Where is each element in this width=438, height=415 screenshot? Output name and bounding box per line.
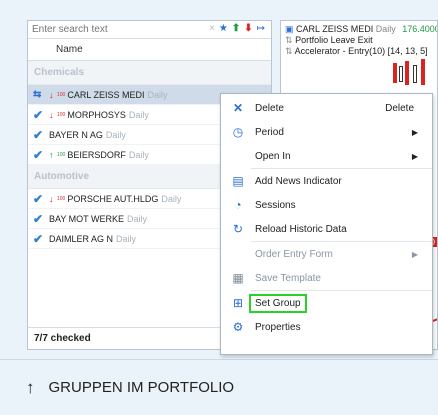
symbol-name: CARL ZEISS MEDI — [67, 89, 145, 100]
submenu-arrow-icon: ▶ — [411, 151, 418, 161]
menu-item-label: Sessions — [255, 199, 296, 211]
chart-period: Daily — [375, 24, 396, 34]
trend-down-icon: ↓ — [49, 109, 54, 120]
column-header-name[interactable]: Name — [28, 39, 271, 61]
menu-item-label: Set Group — [249, 293, 307, 313]
tiny-label: 100 — [57, 195, 66, 202]
study-label: Portfolio Leave Exit — [295, 35, 373, 45]
candle — [393, 63, 397, 83]
search-input[interactable] — [32, 24, 172, 35]
trend-down-icon: ↓ — [49, 89, 54, 100]
tiny-label: 100 — [57, 111, 66, 118]
symbol-name: PORSCHE AUT.HLDG — [67, 193, 159, 204]
menu-item-sessions[interactable]: ◔ Sessions — [221, 193, 432, 217]
study-label: Accelerator - Entry(10) [14, 13, 5] — [294, 46, 428, 56]
candle — [421, 59, 425, 85]
clear-icon[interactable]: × — [209, 23, 215, 34]
group-header[interactable]: Chemicals — [28, 61, 271, 85]
search-toolbar: × ★ ⬆ ⬇ ↦ — [209, 23, 265, 34]
candle — [405, 61, 409, 85]
menu-item-label: Properties — [255, 321, 301, 333]
checkmark-icon[interactable]: ✔ — [33, 148, 49, 162]
study-icon: ⇅ — [285, 35, 293, 45]
study-icon: ⇅ — [285, 46, 293, 56]
candle — [399, 66, 403, 82]
period-label: Daily — [116, 233, 137, 244]
context-menu: ✕ Delete Delete ◷ Period ▶ Open In ▶ ▤ A… — [220, 93, 433, 355]
tiny-label: 100 — [57, 91, 66, 98]
clock-icon: ◷ — [232, 125, 244, 139]
period-label: Daily — [128, 109, 149, 120]
menu-item-label: Save Template — [255, 272, 321, 284]
chart-price: 176.4000 — [402, 24, 438, 34]
sort-up-icon[interactable]: ⬆ — [232, 23, 240, 34]
sessions-icon: ◔ — [234, 198, 242, 212]
menu-item-label: Reload Historic Data — [255, 223, 347, 235]
symbol-name: MORPHOSYS — [67, 109, 126, 120]
menu-item-add-news-indicator[interactable]: ▤ Add News Indicator — [221, 169, 432, 193]
submenu-arrow-icon: ▶ — [411, 249, 418, 259]
period-label: Daily — [147, 89, 168, 100]
search-bar: × ★ ⬆ ⬇ ↦ — [28, 21, 271, 39]
period-label: Daily — [105, 129, 126, 140]
menu-shortcut: Delete — [385, 102, 414, 114]
checkmark-icon[interactable]: ✔ — [33, 232, 49, 246]
menu-item-order-entry-form[interactable]: Order Entry Form ▶ — [221, 242, 432, 266]
drag-arrows-icon[interactable]: ⇆ — [33, 89, 49, 100]
menu-item-label: Open In — [255, 150, 291, 162]
symbol-name: BAY MOT WERKE — [49, 213, 125, 224]
tiny-label: 100 — [57, 151, 66, 158]
sort-down-icon[interactable]: ⬇ — [244, 23, 252, 34]
trend-down-icon: ↓ — [49, 193, 54, 204]
chart-study-line: ⇅ Accelerator - Entry(10) [14, 13, 5] — [281, 46, 437, 57]
delete-icon: ✕ — [232, 101, 244, 115]
app-frame: × ★ ⬆ ⬇ ↦ Name Chemicals ⇆ ↓ 100 CARL ZE… — [0, 0, 438, 360]
menu-item-delete[interactable]: ✕ Delete Delete — [221, 96, 432, 120]
menu-item-set-group[interactable]: ⊞ Set Group — [221, 291, 432, 315]
properties-icon: ⚙ — [232, 320, 244, 334]
reload-icon: ↻ — [232, 222, 244, 236]
checkmark-icon[interactable]: ✔ — [33, 192, 49, 206]
menu-item-period[interactable]: ◷ Period ▶ — [221, 120, 432, 144]
checkmark-icon[interactable]: ✔ — [33, 128, 49, 142]
period-label: Daily — [127, 213, 148, 224]
trend-up-icon: ↑ — [49, 149, 54, 160]
column-header-label: Name — [56, 44, 83, 55]
expand-icon[interactable]: ↦ — [257, 23, 265, 34]
caption: ↑ GRUPPEN IM PORTFOLIO — [0, 360, 438, 415]
checkmark-icon[interactable]: ✔ — [33, 108, 49, 122]
symbol-name: DAIMLER AG N — [49, 233, 114, 244]
chart-symbol: CARL ZEISS MEDI — [296, 24, 374, 34]
menu-item-properties[interactable]: ⚙ Properties — [221, 315, 432, 339]
news-indicator-icon: ▤ — [232, 174, 244, 188]
caption-text: GRUPPEN IM PORTFOLIO — [48, 379, 235, 396]
symbol-name: BAYER N AG — [49, 129, 103, 140]
menu-item-save-template[interactable]: ▦ Save Template — [221, 266, 432, 290]
chart-window-icon: ▣ — [285, 24, 294, 34]
menu-item-label: Add News Indicator — [255, 175, 342, 187]
menu-item-reload-historic-data[interactable]: ↻ Reload Historic Data — [221, 217, 432, 241]
menu-item-open-in[interactable]: Open In ▶ — [221, 144, 432, 168]
symbol-name: BEIERSDORF — [67, 149, 126, 160]
arrow-up-icon: ↑ — [26, 377, 35, 397]
checkmark-icon[interactable]: ✔ — [33, 212, 49, 226]
period-label: Daily — [161, 193, 182, 204]
save-template-icon: ▦ — [232, 271, 244, 285]
menu-item-label: Delete — [255, 102, 284, 114]
chart-title-line: ▣ CARL ZEISS MEDI Daily 176.4000 — [281, 24, 437, 35]
submenu-arrow-icon: ▶ — [411, 127, 418, 137]
period-label: Daily — [128, 149, 149, 160]
chart-study-line: ⇅ Portfolio Leave Exit — [281, 35, 437, 46]
menu-item-label: Period — [255, 126, 284, 138]
candle — [413, 65, 417, 83]
menu-item-label: Order Entry Form — [255, 248, 333, 260]
favorite-star-icon[interactable]: ★ — [219, 23, 228, 34]
